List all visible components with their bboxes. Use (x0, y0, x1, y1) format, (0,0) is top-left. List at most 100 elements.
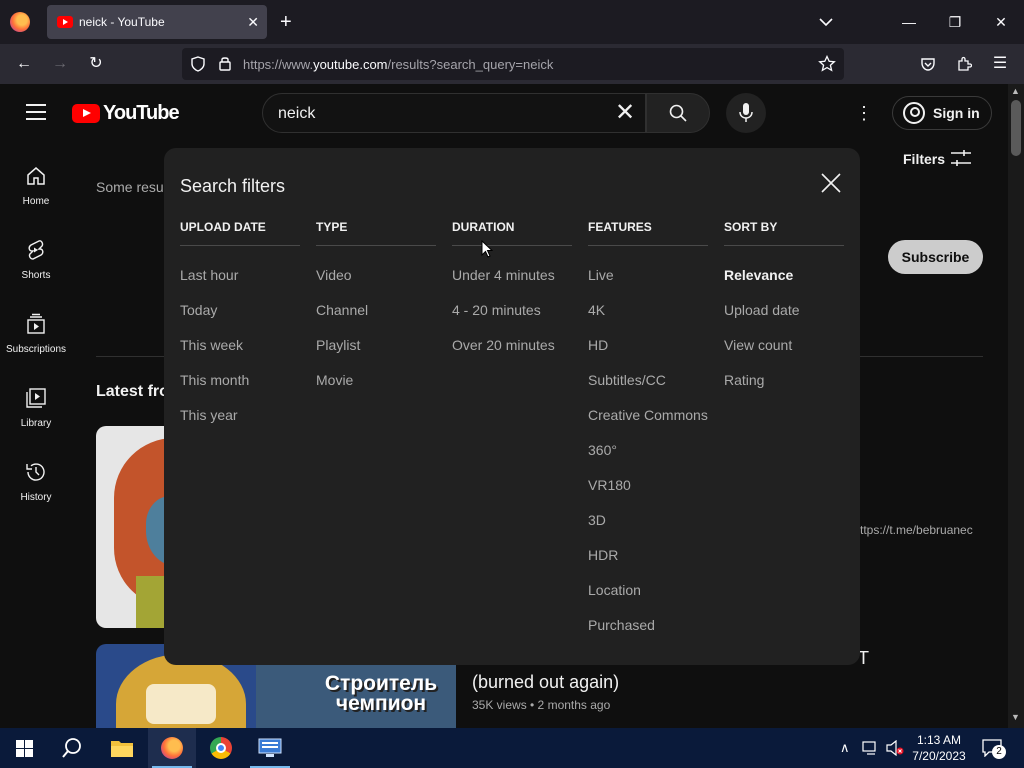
menu-icon[interactable]: ☰ (988, 52, 1012, 76)
filter-column-duration: DURATION Under 4 minutes 4 - 20 minutes … (452, 219, 572, 372)
column-rule (724, 245, 844, 246)
sort-view-count[interactable]: View count (724, 337, 844, 372)
close-tab-icon[interactable]: ✕ (247, 13, 259, 31)
column-heading: DURATION (452, 220, 515, 234)
filter-creative-commons[interactable]: Creative Commons (588, 407, 708, 442)
home-icon (27, 167, 45, 185)
network-icon[interactable] (862, 741, 880, 755)
chrome-taskbar-button[interactable] (197, 728, 245, 768)
minimize-button[interactable]: — (897, 10, 921, 34)
filter-subtitles[interactable]: Subtitles/CC (588, 372, 708, 407)
filter-this-year[interactable]: This year (180, 407, 300, 442)
filter-movie[interactable]: Movie (316, 372, 436, 407)
account-icon (903, 102, 925, 124)
address-bar[interactable]: https://www.youtube.com/results?search_q… (182, 48, 844, 80)
filter-3d[interactable]: 3D (588, 512, 708, 547)
history-icon (26, 463, 45, 481)
taskbar-search-button[interactable] (48, 728, 96, 768)
sign-in-button[interactable]: Sign in (892, 96, 992, 130)
search-icon (62, 738, 81, 758)
close-window-button[interactable]: ✕ (989, 10, 1013, 34)
sidebar-item-history[interactable]: History (0, 456, 72, 518)
search-icon (669, 104, 687, 122)
filter-this-week[interactable]: This week (180, 337, 300, 372)
filter-360[interactable]: 360° (588, 442, 708, 477)
column-heading: TYPE (316, 220, 348, 234)
filter-4-20-minutes[interactable]: 4 - 20 minutes (452, 302, 572, 337)
filters-button[interactable]: Filters (903, 151, 945, 167)
firefox-icon (161, 737, 183, 759)
firefox-icon[interactable] (10, 12, 30, 32)
reload-icon[interactable]: ↻ (84, 52, 108, 76)
column-rule (180, 245, 300, 246)
filters-sliders-icon[interactable] (950, 148, 972, 168)
sort-rating[interactable]: Rating (724, 372, 844, 407)
filter-live[interactable]: Live (588, 267, 708, 302)
pocket-icon[interactable] (920, 56, 936, 72)
search-input[interactable]: neick ✕ (262, 93, 646, 133)
back-arrow-icon[interactable]: ← (12, 52, 36, 76)
new-tab-button[interactable]: + (280, 10, 292, 34)
column-rule (316, 245, 436, 246)
clock[interactable]: 1:13 AM 7/20/2023 (912, 732, 966, 764)
filter-vr180[interactable]: VR180 (588, 477, 708, 512)
windows-taskbar: ∧ 1:13 AM 7/20/2023 2 (0, 728, 1024, 768)
video-title[interactable]: (burned out again) (472, 672, 619, 693)
clock-time: 1:13 AM (916, 733, 962, 747)
close-icon[interactable] (820, 172, 842, 194)
filter-location[interactable]: Location (588, 582, 708, 617)
youtube-play-icon (72, 104, 100, 123)
clear-search-icon[interactable]: ✕ (615, 100, 635, 126)
scroll-down-arrow-icon[interactable]: ▼ (1011, 712, 1020, 722)
voice-search-button[interactable] (726, 93, 766, 133)
page-scrollbar[interactable]: ▲ ▼ (1008, 84, 1024, 728)
filter-playlist[interactable]: Playlist (316, 337, 436, 372)
volume-muted-icon[interactable] (886, 740, 904, 756)
filter-today[interactable]: Today (180, 302, 300, 337)
search-button[interactable] (646, 93, 710, 133)
filter-purchased[interactable]: Purchased (588, 617, 708, 652)
start-button[interactable] (0, 728, 48, 768)
filter-hd[interactable]: HD (588, 337, 708, 372)
scroll-up-arrow-icon[interactable]: ▲ (1011, 86, 1020, 96)
extensions-icon[interactable] (956, 56, 972, 72)
filter-4k[interactable]: 4K (588, 302, 708, 337)
sidebar-item-library[interactable]: Library (0, 382, 72, 444)
monitor-app-icon (258, 738, 282, 757)
dialog-title: Search filters (180, 176, 286, 196)
filter-video[interactable]: Video (316, 267, 436, 302)
library-icon (26, 388, 46, 408)
folder-icon (111, 741, 133, 757)
firefox-taskbar-button[interactable] (148, 728, 196, 768)
filter-over-20-minutes[interactable]: Over 20 minutes (452, 337, 572, 372)
filter-under-4-minutes[interactable]: Under 4 minutes (452, 267, 572, 302)
filter-last-hour[interactable]: Last hour (180, 267, 300, 302)
shield-icon[interactable] (190, 56, 206, 72)
restore-button[interactable]: ❐ (943, 10, 967, 34)
filter-channel[interactable]: Channel (316, 302, 436, 337)
bookmark-star-icon[interactable] (818, 55, 836, 73)
column-rule (588, 245, 708, 246)
file-explorer-button[interactable] (98, 728, 146, 768)
sort-relevance[interactable]: Relevance (724, 267, 844, 302)
browser-tab[interactable]: neick - YouTube ✕ (47, 5, 267, 39)
chevron-down-icon[interactable] (816, 12, 836, 32)
sidebar-item-shorts[interactable]: Shorts (0, 234, 72, 296)
scrollbar-thumb[interactable] (1011, 100, 1021, 156)
filter-hdr[interactable]: HDR (588, 547, 708, 582)
sort-upload-date[interactable]: Upload date (724, 302, 844, 337)
hamburger-menu-icon[interactable] (26, 104, 46, 120)
sidebar-item-home[interactable]: Home (0, 160, 72, 222)
subscribe-button[interactable]: Subscribe (888, 240, 983, 274)
channel-link[interactable]: ttps://t.me/bebruanec (860, 523, 973, 537)
filter-column-type: TYPE Video Channel Playlist Movie (316, 219, 436, 407)
forward-arrow-icon[interactable]: → (48, 52, 72, 76)
lock-icon[interactable] (218, 55, 232, 71)
chevron-up-icon[interactable]: ∧ (840, 740, 850, 756)
tab-title: neick - YouTube (79, 15, 165, 29)
more-options-icon[interactable]: ⋮ (854, 100, 874, 126)
filter-this-month[interactable]: This month (180, 372, 300, 407)
search-filters-dialog: Search filters UPLOAD DATE Last hour Tod… (164, 148, 860, 665)
app-taskbar-button[interactable] (246, 728, 294, 768)
sidebar-item-subscriptions[interactable]: Subscriptions (0, 308, 72, 370)
